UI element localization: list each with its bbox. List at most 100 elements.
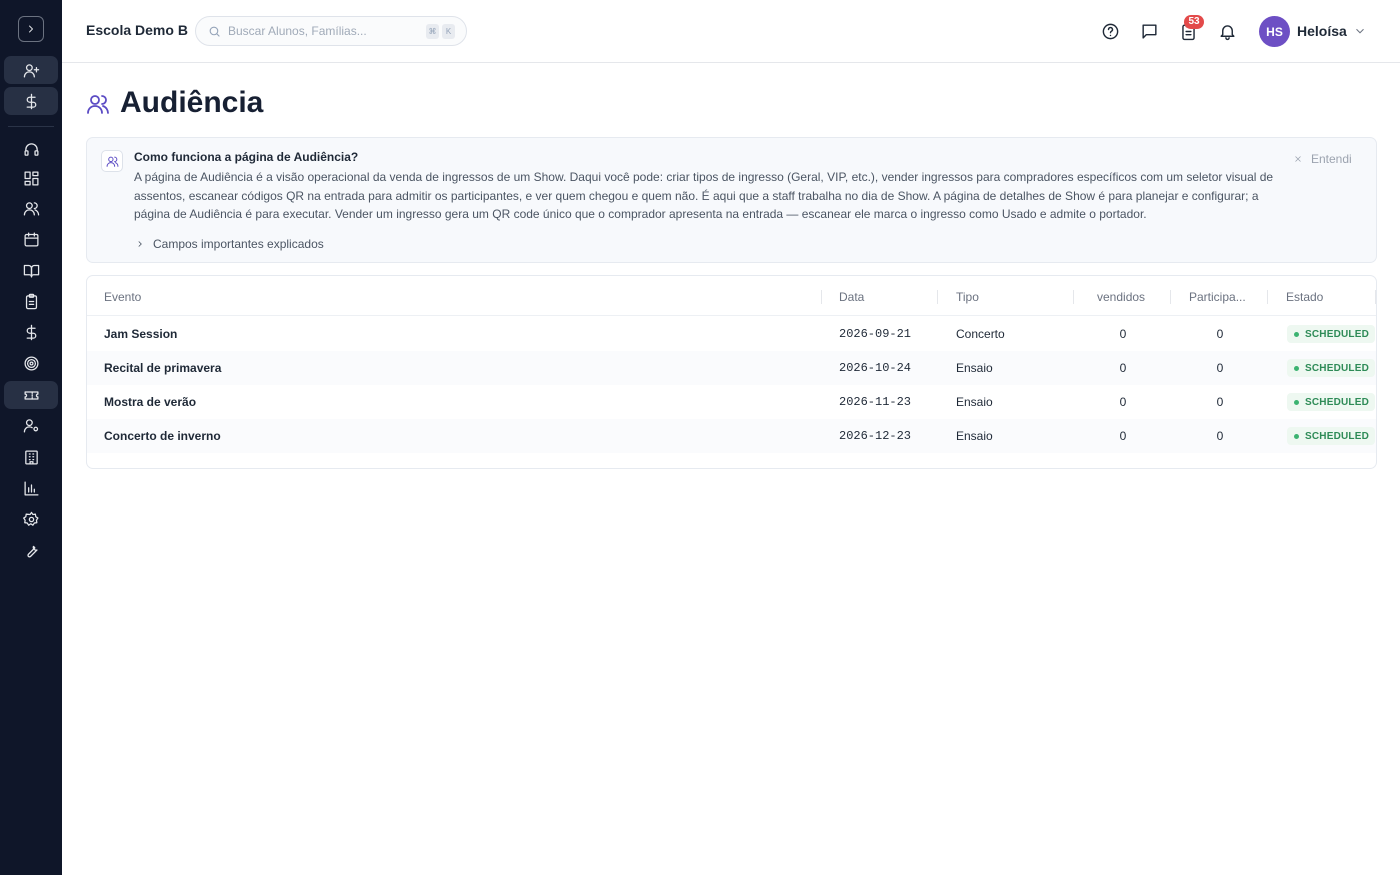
tickets-sold: 0 [1119,395,1127,409]
table-row[interactable]: Jam Session 2026-09-21 Concerto 0 0 SCHE… [87,317,1376,351]
column-header-attendees[interactable]: Participa... [1189,290,1246,304]
table-row[interactable]: Mostra de verão 2026-11-23 Ensaio 0 0 SC… [87,385,1376,419]
event-name[interactable]: Mostra de verão [104,395,196,409]
sidebar-item-dashboard[interactable] [4,164,58,192]
message-square-icon [1141,23,1157,39]
column-header-type[interactable]: Tipo [956,290,979,304]
event-type: Concerto [956,327,1005,341]
building-icon [24,449,38,465]
sidebar-item-audience[interactable] [4,381,58,409]
sidebar-item-settings[interactable] [4,505,58,533]
column-resize-handle[interactable] [1170,290,1171,304]
users-icon [87,95,109,114]
bell-icon [1219,24,1235,40]
messages-button[interactable] [1139,21,1159,41]
clipboard-icon [25,293,37,309]
event-date: 2026-11-23 [839,395,912,409]
search-input[interactable] [228,22,408,40]
event-date: 2026-09-21 [839,327,912,341]
book-open-icon [23,264,39,278]
column-resize-handle[interactable] [1267,290,1268,304]
tickets-sold: 0 [1119,429,1127,443]
event-name[interactable]: Concerto de inverno [104,429,221,443]
status-badge: SCHEDULED [1287,393,1376,411]
event-name[interactable]: Recital de primavera [104,361,221,375]
event-type: Ensaio [956,361,993,375]
search-icon [209,26,220,37]
status-badge: SCHEDULED [1287,359,1376,377]
sidebar-item-reports[interactable] [4,474,58,502]
kbd-cmd: ⌘ [426,24,439,39]
sidebar-item-calendar[interactable] [4,225,58,253]
sidebar-item-goals[interactable] [4,349,58,377]
table-row[interactable]: Recital de primavera 2026-10-24 Ensaio 0… [87,351,1376,385]
audience-icon [86,92,110,121]
event-type: Ensaio [956,429,993,443]
table-row[interactable]: Concerto de inverno 2026-12-23 Ensaio 0 … [87,419,1376,453]
user-menu-toggle[interactable] [1353,24,1367,43]
target-icon [23,355,39,371]
calendar-icon [23,231,39,247]
column-resize-handle[interactable] [1375,290,1376,304]
attendees-count: 0 [1216,395,1224,409]
user-plus-icon [23,63,39,78]
school-name[interactable]: Escola Demo B [86,22,188,38]
column-resize-handle[interactable] [821,290,822,304]
sidebar-item-quick-payment[interactable] [4,87,58,115]
user-cog-icon [23,418,38,433]
notifications-button[interactable] [1217,21,1237,41]
sidebar-item-courses[interactable] [4,256,58,284]
column-resize-handle[interactable] [937,290,938,304]
help-panel: Como funciona a página de Audiência? A p… [86,137,1377,263]
chevron-down-icon [1356,28,1364,34]
sidebar-item-people[interactable] [4,194,58,222]
attendees-count: 0 [1216,327,1224,341]
sidebar-item-finance[interactable] [4,318,58,346]
chevron-right-icon [138,241,142,247]
event-date: 2026-12-23 [839,429,912,443]
user-name[interactable]: Heloísa [1297,23,1347,39]
status-label: SCHEDULED [1305,396,1370,408]
column-header-sold[interactable]: vendidos [1097,290,1145,304]
users-icon [23,201,39,216]
help-circle-icon [1102,23,1118,39]
dismiss-label: Entendi [1311,152,1352,166]
kbd-k: K [442,24,455,39]
help-panel-title: Como funciona a página de Audiência? [134,150,359,164]
global-search[interactable]: ⌘ K [195,16,467,46]
events-table: Evento Data Tipo vendidos Participa... E… [86,275,1377,469]
status-dot [1294,331,1299,337]
status-label: SCHEDULED [1305,328,1370,340]
event-name[interactable]: Jam Session [104,327,177,341]
column-header-event[interactable]: Evento [104,290,141,304]
wrench-icon [26,545,38,557]
dashboard-grid-icon [23,170,39,186]
sidebar-item-new-enrollment[interactable] [4,56,58,84]
sidebar-item-tasks[interactable] [4,287,58,315]
tickets-sold: 0 [1119,361,1127,375]
sidebar-expand-button[interactable] [18,16,44,42]
sidebar-item-school[interactable] [4,443,58,471]
status-badge: SCHEDULED [1287,427,1376,445]
column-header-date[interactable]: Data [839,290,864,304]
settings-gear-icon [22,511,39,526]
help-button[interactable] [1100,21,1120,41]
help-panel-body: A página de Audiência é a visão operacio… [134,170,1274,221]
tasks-count-badge: 53 [1184,15,1204,29]
ticket-icon [23,390,39,400]
user-avatar[interactable]: HS [1259,16,1290,47]
column-resize-handle[interactable] [1073,290,1074,304]
important-fields-toggle[interactable]: Campos importantes explicados [135,237,324,251]
dollar-icon [26,324,36,340]
status-dot [1294,399,1299,405]
headset-icon [23,142,39,156]
status-badge: SCHEDULED [1287,325,1376,343]
dismiss-help-button[interactable]: Entendi [1293,152,1352,166]
sidebar-item-tools[interactable] [4,536,58,564]
sidebar-item-staff[interactable] [4,411,58,439]
tickets-sold: 0 [1119,327,1127,341]
dollar-icon [26,93,36,109]
column-header-status[interactable]: Estado [1286,290,1323,304]
status-dot [1294,365,1299,371]
sidebar-item-support[interactable] [4,135,58,163]
